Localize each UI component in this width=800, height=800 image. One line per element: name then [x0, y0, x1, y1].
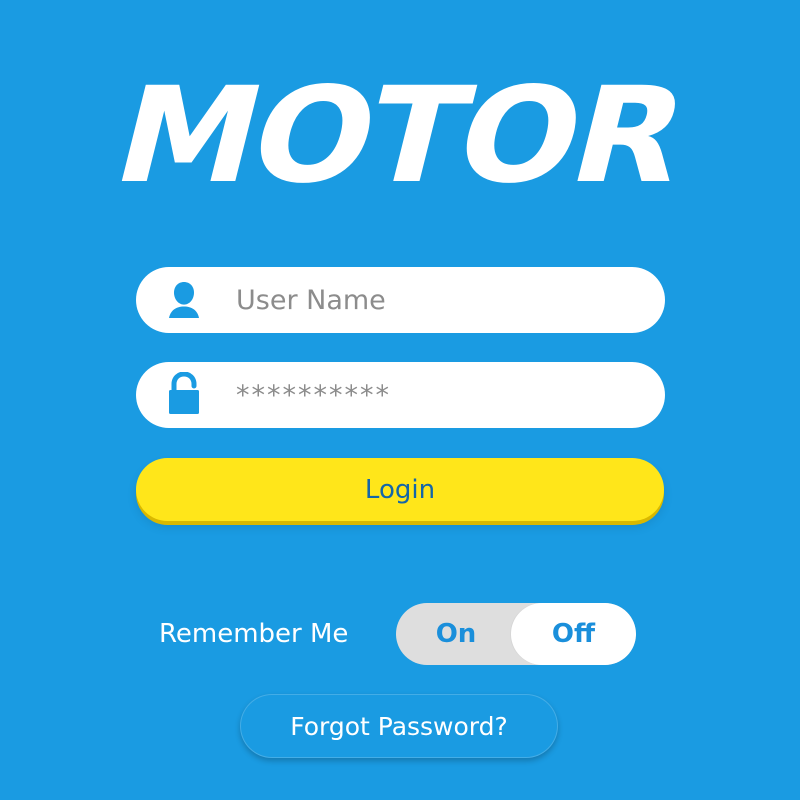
- username-field[interactable]: [136, 267, 665, 333]
- remember-me-label: Remember Me: [159, 619, 349, 649]
- brand-logo: MOTOR: [66, 56, 734, 216]
- password-input[interactable]: [236, 373, 616, 417]
- forgot-password-button[interactable]: Forgot Password?: [240, 694, 558, 758]
- password-field[interactable]: [136, 362, 665, 428]
- remember-me-toggle[interactable]: On Off: [396, 603, 636, 665]
- login-screen: MOTOR Login Remember Me On Off Forgot Pa…: [0, 0, 800, 800]
- login-button[interactable]: Login: [136, 458, 664, 521]
- user-icon: [158, 274, 210, 326]
- username-input[interactable]: [236, 278, 616, 322]
- lock-icon: [158, 369, 210, 421]
- logo-text: MOTOR: [101, 59, 699, 213]
- toggle-on-option[interactable]: On: [396, 603, 516, 665]
- toggle-off-option[interactable]: Off: [511, 603, 636, 665]
